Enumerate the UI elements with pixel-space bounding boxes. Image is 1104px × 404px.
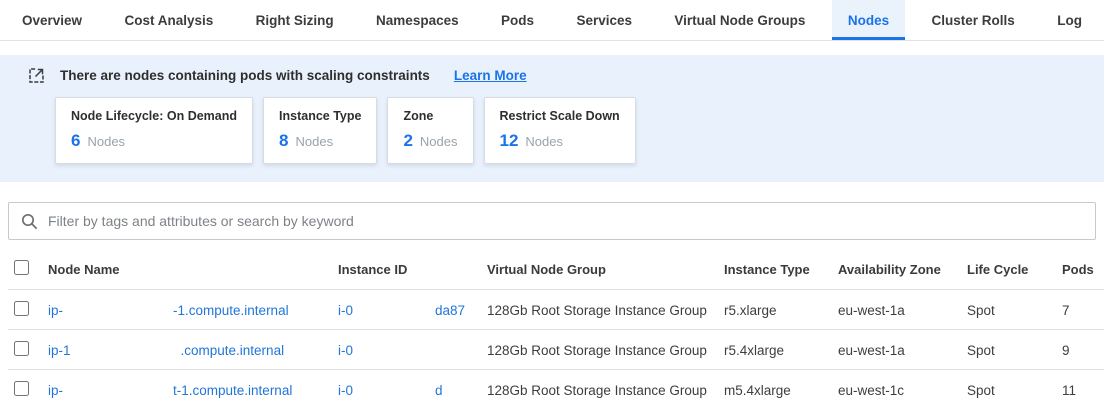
cluster-tab-bar: Overview Cost Analysis Right Sizing Name… (0, 0, 1104, 41)
tab-cluster-rolls[interactable]: Cluster Rolls (916, 0, 1031, 40)
card-title: Instance Type (279, 109, 361, 123)
instance-id-cell: i-0 (338, 343, 487, 358)
pods-cell: 9 (1062, 343, 1104, 358)
tab-log[interactable]: Log (1041, 0, 1098, 40)
virtual-node-group-cell: 128Gb Root Storage Instance Group (487, 383, 724, 398)
tab-pods[interactable]: Pods (485, 0, 550, 40)
card-count: 8 (279, 131, 288, 151)
card-count: 12 (500, 131, 519, 151)
tab-nodes[interactable]: Nodes (832, 0, 905, 40)
card-title: Restrict Scale Down (500, 109, 620, 123)
card-node-lifecycle[interactable]: Node Lifecycle: On Demand 6 Nodes (55, 97, 253, 164)
scale-constraint-icon (27, 66, 46, 85)
instance-type-cell: r5.xlarge (724, 303, 838, 318)
pods-cell: 11 (1062, 383, 1104, 398)
card-count: 2 (403, 131, 412, 151)
col-availability-zone: Availability Zone (838, 262, 967, 277)
pods-cell: 7 (1062, 303, 1104, 318)
card-title: Node Lifecycle: On Demand (71, 109, 237, 123)
instance-id-cell: i-0 d (338, 383, 487, 398)
virtual-node-group-cell: 128Gb Root Storage Instance Group (487, 343, 724, 358)
card-unit: Nodes (87, 134, 125, 149)
availability-zone-cell: eu-west-1c (838, 383, 967, 398)
node-name-link[interactable]: t-1.compute.internal (173, 383, 292, 398)
tab-cost-analysis[interactable]: Cost Analysis (108, 0, 229, 40)
constraint-cards: Node Lifecycle: On Demand 6 Nodes Instan… (55, 97, 1104, 164)
tab-overview[interactable]: Overview (6, 0, 98, 40)
card-count: 6 (71, 131, 80, 151)
life-cycle-cell: Spot (967, 343, 1062, 358)
row-checkbox[interactable] (14, 381, 29, 396)
col-life-cycle: Life Cycle (967, 262, 1062, 277)
filter-input[interactable] (48, 213, 1083, 229)
node-name-link[interactable]: -1.compute.internal (173, 303, 289, 318)
node-name-cell: ip- -1.compute.internal (48, 303, 338, 318)
card-title: Zone (403, 109, 457, 123)
availability-zone-cell: eu-west-1a (838, 303, 967, 318)
card-unit: Nodes (295, 134, 333, 149)
instance-type-cell: r5.4xlarge (724, 343, 838, 358)
card-instance-type[interactable]: Instance Type 8 Nodes (263, 97, 377, 164)
tab-namespaces[interactable]: Namespaces (360, 0, 475, 40)
card-restrict-scale-down[interactable]: Restrict Scale Down 12 Nodes (484, 97, 636, 164)
node-name-link[interactable]: ip- (48, 303, 63, 318)
instance-type-cell: m5.4xlarge (724, 383, 838, 398)
life-cycle-cell: Spot (967, 303, 1062, 318)
banner-message: There are nodes containing pods with sca… (60, 68, 430, 83)
card-unit: Nodes (420, 134, 458, 149)
table-row: ip-t-1.compute.internal i-0 d 128Gb Root … (0, 370, 1104, 404)
filter-bar (8, 202, 1096, 240)
tab-right-sizing[interactable]: Right Sizing (240, 0, 350, 40)
tab-virtual-node-groups[interactable]: Virtual Node Groups (658, 0, 821, 40)
select-all-checkbox[interactable] (14, 260, 29, 275)
node-name-link[interactable]: .compute.internal (181, 343, 285, 358)
node-name-link[interactable]: ip- (48, 383, 63, 398)
card-unit: Nodes (525, 134, 563, 149)
row-checkbox[interactable] (14, 341, 29, 356)
card-zone[interactable]: Zone 2 Nodes (387, 97, 473, 164)
instance-id-link[interactable]: i-0 (338, 383, 353, 398)
col-instance-id: Instance ID (338, 262, 487, 277)
col-instance-type: Instance Type (724, 262, 838, 277)
nodes-table: Node Name Instance ID Virtual Node Group… (0, 248, 1104, 404)
node-name-cell: ip-1 .compute.internal (48, 343, 338, 358)
node-name-link[interactable]: ip-1 (48, 343, 71, 358)
availability-zone-cell: eu-west-1a (838, 343, 967, 358)
table-row: ip- -1.compute.internal i-0 da87 128Gb Roo… (0, 290, 1104, 330)
instance-id-link[interactable]: da87 (435, 303, 465, 318)
search-icon (21, 213, 38, 230)
learn-more-link[interactable]: Learn More (454, 68, 527, 83)
table-header-row: Node Name Instance ID Virtual Node Group… (0, 248, 1104, 290)
table-row: ip-1 .compute.internal i-0 128Gb Root Sto… (0, 330, 1104, 370)
virtual-node-group-cell: 128Gb Root Storage Instance Group (487, 303, 724, 318)
life-cycle-cell: Spot (967, 383, 1062, 398)
col-virtual-node-group: Virtual Node Group (487, 262, 724, 277)
row-checkbox[interactable] (14, 301, 29, 316)
col-node-name: Node Name (48, 262, 338, 277)
instance-id-link[interactable]: i-0 (338, 303, 353, 318)
col-pods: Pods (1062, 262, 1104, 277)
tab-services[interactable]: Services (560, 0, 648, 40)
node-name-cell: ip-t-1.compute.internal (48, 383, 338, 398)
instance-id-link[interactable]: d (435, 383, 443, 398)
instance-id-link[interactable]: i-0 (338, 343, 353, 358)
instance-id-cell: i-0 da87 (338, 303, 487, 318)
scaling-constraints-banner: There are nodes containing pods with sca… (0, 55, 1104, 182)
